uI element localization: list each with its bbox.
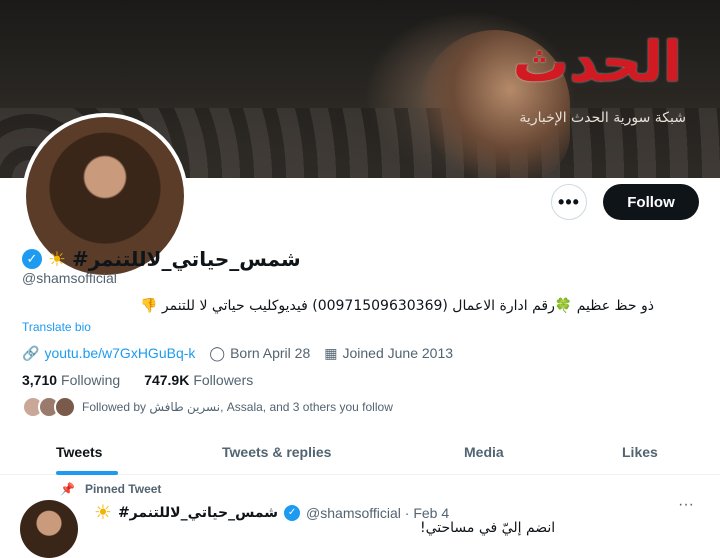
calendar-icon: ▦: [324, 344, 338, 361]
active-tab-indicator: [56, 471, 118, 475]
born-text: Born April 28: [230, 345, 311, 361]
follow-stats: 3,710 Following 747.9K Followers: [22, 372, 253, 388]
joined-item: ▦ Joined June 2013: [324, 345, 453, 362]
pinned-tweet-label: 📌 Pinned Tweet: [60, 482, 161, 496]
tweet-header: ☀ #شمس_حياتي_لاللتنمر ✓ @shamsofficial ·…: [94, 500, 449, 525]
website-item: 🔗 youtu.be/w7GxHGuBq-k: [22, 345, 195, 362]
followers-count: 747.9K: [144, 372, 190, 388]
pin-icon: 📌: [60, 482, 75, 496]
birthday-item: ◯ Born April 28: [209, 345, 310, 362]
profile-name-row: ✓ ☀ #شمس_حياتي_لاللتنمر: [22, 246, 301, 272]
followed-by-row[interactable]: Followed by نسرين طافش, Assala, and 3 ot…: [22, 396, 393, 418]
profile-tabs: Tweets Tweets & replies Media Likes: [0, 432, 720, 475]
mutual-avatars: [22, 396, 76, 418]
tab-likes[interactable]: Likes: [622, 444, 658, 460]
balloon-icon: ◯: [209, 344, 226, 361]
tab-tweets[interactable]: Tweets: [56, 444, 102, 460]
following-stat[interactable]: 3,710 Following: [22, 372, 120, 388]
tab-tweets-replies[interactable]: Tweets & replies: [222, 444, 331, 460]
tweet-avatar[interactable]: [20, 500, 78, 558]
link-icon: 🔗: [22, 344, 40, 361]
followers-stat[interactable]: 747.9K Followers: [144, 372, 253, 388]
tab-media[interactable]: Media: [464, 444, 504, 460]
watermark-logo: الحدث شبكة سورية الحدث الإخبارية: [510, 30, 700, 140]
watermark-sub-text: شبكة سورية الحدث الإخبارية: [519, 110, 686, 126]
tweet-handle-date[interactable]: @shamsofficial · Feb 4: [306, 505, 449, 521]
followed-by-text: Followed by نسرين طافش, Assala, and 3 ot…: [82, 400, 393, 414]
profile-meta-row: 🔗 youtu.be/w7GxHGuBq-k ◯ Born April 28 ▦…: [22, 344, 453, 362]
verified-badge-icon: ✓: [284, 504, 301, 521]
display-name: #شمس_حياتي_لاللتنمر: [71, 247, 301, 271]
sun-emoji-icon: ☀: [94, 502, 112, 524]
watermark-main-text: الحدث: [512, 30, 682, 95]
verified-badge-icon: ✓: [22, 249, 42, 269]
more-options-button[interactable]: •••: [551, 184, 587, 220]
website-link[interactable]: youtu.be/w7GxHGuBq-k: [44, 345, 195, 361]
tweet-author-name[interactable]: #شمس_حياتي_لاللتنمر: [118, 505, 278, 521]
joined-text: Joined June 2013: [342, 345, 454, 361]
following-label: Following: [61, 372, 121, 388]
followers-label: Followers: [193, 372, 254, 388]
profile-handle: @shamsofficial: [22, 270, 117, 286]
tweet-text: انضم إليّ في مساحتي!: [420, 520, 556, 536]
tweet-more-button[interactable]: ···: [678, 496, 694, 514]
profile-bio: ذو حظ عظيم 🍀رقم ادارة الاعمال (009715096…: [140, 298, 654, 314]
follow-button[interactable]: Follow: [603, 184, 699, 220]
pinned-text: Pinned Tweet: [84, 482, 162, 496]
translate-bio-link[interactable]: Translate bio: [22, 320, 91, 334]
mutual-avatar: [54, 396, 76, 418]
following-count: 3,710: [22, 372, 58, 388]
sun-emoji-icon: ☀: [48, 248, 66, 271]
